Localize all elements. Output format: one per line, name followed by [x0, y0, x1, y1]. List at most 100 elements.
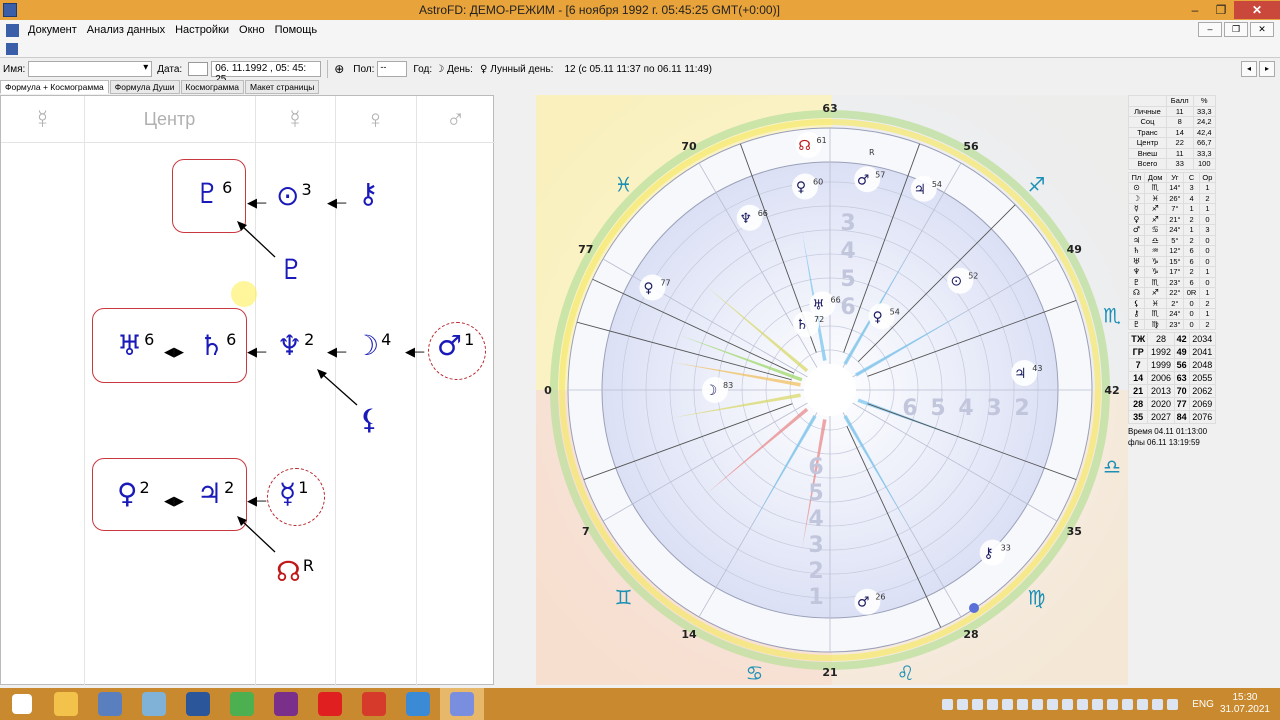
taskbar-chrome-icon[interactable] [220, 688, 264, 720]
globe-icon[interactable]: ⊕ [334, 62, 344, 76]
maximize-button[interactable]: ❐ [1208, 1, 1234, 19]
year-row-cell: ТЖ [1127, 332, 1149, 346]
date-label: Дата: [157, 63, 183, 75]
clock-time: 15:30 [1232, 692, 1258, 703]
score-row-cell: 8 [1165, 116, 1194, 128]
neptune-icon[interactable]: ♆ 2 [277, 332, 314, 360]
year-row-cell: 7 [1127, 358, 1149, 372]
year-row-cell: 21 [1127, 384, 1149, 398]
menu-data-analysis[interactable]: Анализ данных [82, 24, 170, 36]
calendar-icon[interactable] [188, 62, 209, 76]
prev-button[interactable]: ◂ [1241, 61, 1257, 77]
tray-icon[interactable] [1122, 698, 1134, 710]
tray-icon[interactable] [1002, 698, 1014, 710]
position-row-cell: ♎ [1143, 234, 1167, 246]
position-row: ⚷ ♏ 24° 0 1 [1128, 308, 1217, 320]
taskbar-astrofd-icon[interactable] [440, 688, 484, 720]
chiron-icon[interactable]: ⚷ [358, 180, 379, 208]
menu-document[interactable]: Документ [23, 24, 82, 36]
menu-help[interactable]: Помощь [270, 24, 323, 36]
tab-soul-formula[interactable]: Формула Души [109, 80, 180, 94]
pluto-number: 6 [222, 178, 233, 197]
taskbar-edit-icon[interactable] [396, 688, 440, 720]
saturn-icon[interactable]: ♄ 6 [199, 332, 236, 360]
mdi-minimize-button[interactable]: – [1198, 22, 1222, 37]
pluto-icon[interactable]: ♇ 6 [195, 180, 232, 208]
mars-icon[interactable]: ♂ 1 [437, 332, 474, 360]
name-select[interactable] [28, 61, 153, 77]
proserpina-icon[interactable]: ♇ [279, 256, 304, 284]
tray-icon[interactable] [1137, 698, 1149, 710]
next-button[interactable]: ▸ [1259, 61, 1275, 77]
tray-icon[interactable] [942, 698, 954, 710]
tray-icon[interactable] [972, 698, 984, 710]
sex-select[interactable]: -- [377, 61, 408, 77]
tray-icon[interactable] [957, 698, 969, 710]
planet-number: 61 [817, 136, 827, 145]
clock-date: 31.07.2021 [1219, 704, 1270, 715]
year-row-cell: 2006 [1147, 371, 1175, 385]
tab-cosmogram[interactable]: Космограмма [180, 80, 244, 94]
tray-icon[interactable] [987, 698, 999, 710]
tray-icon[interactable] [1017, 698, 1029, 710]
tray-icon[interactable] [1092, 698, 1104, 710]
cursor-highlight [231, 281, 257, 307]
lunar-day-label: Лунный день: [490, 63, 554, 75]
position-row-cell: 1 [1198, 203, 1217, 215]
mercury-icon[interactable]: ☿ 1 [279, 480, 308, 508]
taskbar-word-icon[interactable] [176, 688, 220, 720]
taskbar-explorer-icon[interactable] [44, 688, 88, 720]
ruler-number-down: 2 [808, 559, 823, 584]
tray-icon[interactable] [1167, 698, 1179, 710]
taskbar-start-icon[interactable] [0, 688, 44, 720]
jupiter-icon[interactable]: ♃ 2 [197, 480, 234, 508]
header-venus-icon: ♀ [365, 103, 386, 134]
uranus-icon[interactable]: ♅ 6 [117, 332, 154, 360]
position-row-cell: 2 [1198, 192, 1217, 204]
toolbar: Имя: Дата: 06. 11.1992 , 05: 45: 25 ⊕ По… [0, 58, 1280, 85]
document-icon[interactable] [6, 23, 19, 37]
years-table: ТЖ 28 42 2034 ГР 1992 49 2041 7 1999 56 2048 14 2006 6… [1127, 332, 1217, 424]
venus-icon[interactable]: ♀ 2 [117, 480, 150, 508]
tray-icon[interactable] [1107, 698, 1119, 710]
clock[interactable]: 15:30 31.07.2021 [1220, 692, 1270, 716]
tray-icon[interactable] [1062, 698, 1074, 710]
ruler-number-up: 4 [840, 239, 855, 264]
language-indicator[interactable]: ENG [1192, 699, 1214, 710]
mdi-restore-button[interactable]: ❐ [1224, 22, 1248, 37]
score-row: Транс 14 42,4 [1128, 126, 1217, 138]
taskbar-screen-icon[interactable] [264, 688, 308, 720]
tray-icon[interactable] [1032, 698, 1044, 710]
menu-window[interactable]: Окно [234, 24, 270, 36]
column-divider [84, 96, 85, 686]
lilith-icon[interactable]: ⚸ [359, 406, 380, 434]
minimize-button[interactable]: – [1182, 1, 1208, 19]
menu-settings[interactable]: Настройки [170, 24, 234, 36]
taskbar-vector-icon[interactable] [352, 688, 396, 720]
close-button[interactable]: ✕ [1234, 1, 1280, 19]
child-window-icon[interactable] [6, 43, 18, 55]
tab-formula-cosmogram[interactable]: Формула + Космограмма [0, 80, 109, 94]
position-row-cell: ♇ [1128, 276, 1145, 288]
date-field[interactable]: 06. 11.1992 , 05: 45: 25 [211, 61, 322, 85]
moon-icon[interactable]: ☽ 4 [354, 332, 391, 360]
mars-number: 1 [464, 330, 475, 349]
zodiac-sign-icon: ♊ [615, 585, 633, 609]
arrow-left-icon: ◀─ [247, 493, 267, 508]
node-icon[interactable]: ☊ R [276, 558, 314, 586]
taskbar-calculator-icon[interactable] [88, 688, 132, 720]
cosmogram-chart[interactable]: 6356494235282114707770 ♐♏♎♍♌♋♊♓ 34566 5 4 3… [536, 95, 1128, 685]
year-row: 14 2006 63 2055 [1127, 371, 1217, 385]
ruler-number-right: 6 [902, 396, 917, 421]
position-row-cell: 17° [1165, 266, 1185, 278]
sun-icon[interactable]: ⊙ 3 [276, 182, 312, 210]
year-row: 7 1999 56 2048 [1127, 358, 1217, 372]
tray-icon[interactable] [1077, 698, 1089, 710]
taskbar-opera-icon[interactable] [308, 688, 352, 720]
mdi-close-button[interactable]: ✕ [1250, 22, 1274, 37]
tray-icon[interactable] [1047, 698, 1059, 710]
taskbar-notepad-icon[interactable] [132, 688, 176, 720]
score-row-cell: 22 [1165, 137, 1194, 149]
tray-icon[interactable] [1152, 698, 1164, 710]
tab-page-layout[interactable]: Макет страницы [244, 80, 320, 94]
